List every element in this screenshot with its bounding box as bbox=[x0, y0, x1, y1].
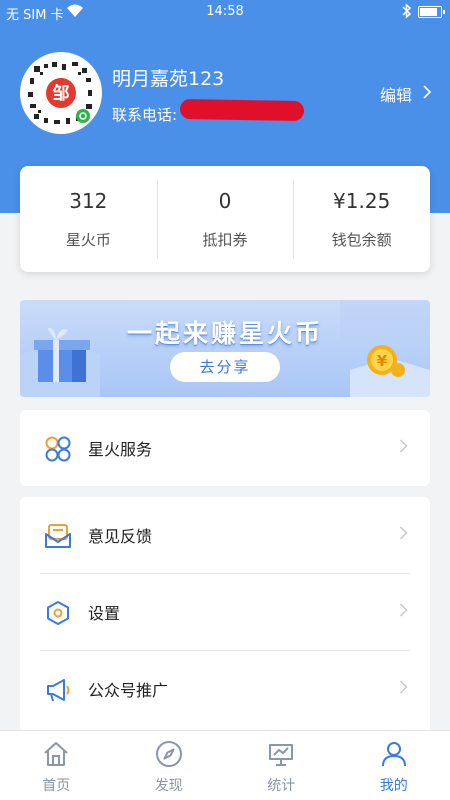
stats-card: 312 星火币 0 抵扣券 ¥1.25 钱包余额 bbox=[20, 166, 430, 272]
menu-item-label: 意见反馈 bbox=[88, 527, 153, 546]
chevron-right-icon bbox=[399, 602, 408, 623]
phone-label: 联系电话: bbox=[112, 106, 178, 124]
stat-wallet-balance[interactable]: ¥1.25 钱包余额 bbox=[293, 166, 430, 272]
service-card: 星火服务 bbox=[20, 410, 430, 486]
coin-symbol: ¥ bbox=[377, 352, 388, 370]
menu-item-feedback[interactable]: 意见反馈 bbox=[20, 497, 430, 573]
menu-item-settings[interactable]: 设置 bbox=[20, 574, 430, 650]
chevron-right-icon bbox=[422, 84, 432, 105]
menu-item-label: 星火服务 bbox=[88, 440, 153, 459]
coin-icon: ¥ bbox=[340, 300, 430, 397]
menu-item-label: 公众号推广 bbox=[88, 681, 169, 700]
username: 明月嘉苑123 bbox=[112, 68, 225, 90]
stat-label: 星火币 bbox=[65, 230, 111, 249]
tab-home[interactable]: 首页 bbox=[0, 731, 113, 800]
chevron-right-icon bbox=[399, 679, 408, 700]
stat-value: 0 bbox=[218, 188, 232, 213]
stat-label: 钱包余额 bbox=[331, 230, 392, 249]
menu-item-label: 设置 bbox=[88, 604, 121, 623]
edit-label: 编辑 bbox=[379, 86, 412, 105]
tab-mine[interactable]: 我的 bbox=[338, 731, 450, 800]
tab-label: 发现 bbox=[154, 778, 183, 794]
settings-card: 意见反馈 设置 公众号推广 bbox=[20, 497, 430, 732]
menu-item-spark-service[interactable]: 星火服务 bbox=[20, 410, 430, 486]
status-time: 14:58 bbox=[206, 4, 244, 19]
menu-item-promotion[interactable]: 公众号推广 bbox=[20, 651, 430, 727]
stat-value: 312 bbox=[69, 188, 108, 213]
megaphone-icon bbox=[47, 679, 70, 702]
avatar-text: 邹 bbox=[53, 83, 70, 104]
tab-label: 统计 bbox=[267, 778, 296, 794]
stat-value: ¥1.25 bbox=[333, 188, 391, 213]
status-bar: 无 SIM 卡 14:58 bbox=[0, 0, 450, 24]
stat-label: 抵扣券 bbox=[202, 230, 248, 249]
profile-icon bbox=[381, 742, 406, 767]
stat-spark-coins[interactable]: 312 星火币 bbox=[20, 166, 157, 272]
settings-hex-icon bbox=[47, 601, 69, 625]
edit-profile-button[interactable]: 编辑 bbox=[380, 82, 432, 106]
phone-redaction-mark bbox=[179, 98, 305, 122]
stat-coupons[interactable]: 0 抵扣券 bbox=[156, 166, 294, 272]
bottom-tab-bar: 首页 发现 统计 我的 bbox=[0, 730, 450, 800]
tab-label: 首页 bbox=[42, 778, 71, 794]
compass-icon bbox=[155, 741, 182, 767]
share-button[interactable]: 去分享 bbox=[170, 352, 280, 382]
chevron-right-icon bbox=[399, 438, 408, 459]
battery-icon bbox=[418, 6, 445, 18]
tab-stats[interactable]: 统计 bbox=[225, 731, 338, 800]
tab-label: 我的 bbox=[379, 778, 408, 794]
service-grid-icon bbox=[45, 436, 71, 462]
avatar[interactable]: 邹 bbox=[20, 52, 102, 134]
home-icon bbox=[44, 742, 68, 766]
feedback-mail-icon bbox=[45, 524, 71, 548]
share-banner[interactable]: 一起来赚星火币 去分享 ¥ bbox=[20, 300, 430, 397]
chevron-right-icon bbox=[399, 525, 408, 546]
tab-discover[interactable]: 发现 bbox=[113, 731, 226, 800]
bluetooth-icon bbox=[402, 3, 412, 23]
stats-icon bbox=[269, 744, 294, 766]
